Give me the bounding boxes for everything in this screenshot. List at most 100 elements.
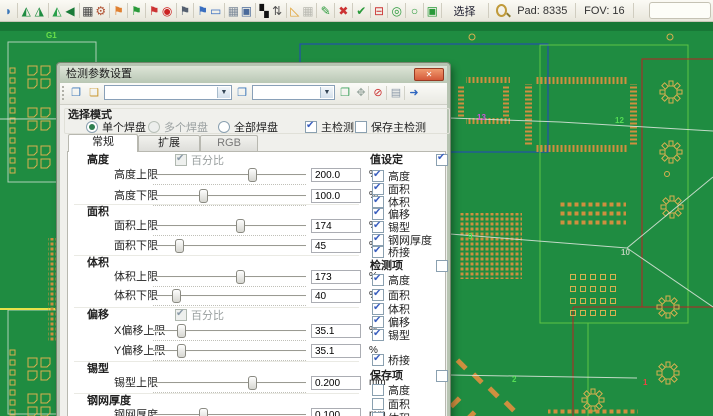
section-title-area: 面积 bbox=[87, 206, 109, 219]
slider-thumb[interactable] bbox=[199, 408, 208, 416]
circle-icon[interactable]: ○ bbox=[408, 2, 421, 20]
area-lower-input[interactable] bbox=[311, 239, 361, 253]
save-icon[interactable]: ▤ bbox=[388, 85, 404, 101]
slider-thumb[interactable] bbox=[236, 270, 245, 284]
slider-thumb[interactable] bbox=[175, 239, 184, 253]
pin-blue-icon[interactable]: ⚑ bbox=[196, 2, 209, 20]
height-upper-slider[interactable] bbox=[153, 168, 306, 183]
stencil-thickness-input[interactable] bbox=[311, 408, 361, 416]
slider-ticks bbox=[153, 305, 306, 306]
slider-thumb[interactable] bbox=[177, 324, 186, 338]
value-set-header-checkbox[interactable] bbox=[436, 154, 452, 167]
tiles-icon[interactable]: ▚ bbox=[258, 2, 271, 20]
search-icon[interactable] bbox=[496, 4, 507, 17]
area-lower-slider[interactable] bbox=[153, 239, 306, 254]
chevron-down-icon[interactable]: ▼ bbox=[217, 87, 230, 98]
slider-thumb[interactable] bbox=[172, 289, 181, 303]
solder-shape-upper-input[interactable] bbox=[311, 376, 361, 390]
template-combobox-1[interactable]: ▼ bbox=[104, 85, 232, 100]
nav-partial-icon[interactable]: ◗ bbox=[2, 2, 15, 20]
separator bbox=[176, 3, 177, 18]
apply-template-icon[interactable]: ❐ bbox=[234, 85, 250, 101]
slider-thumb[interactable] bbox=[248, 168, 257, 182]
tab-general[interactable]: 常规 bbox=[68, 134, 138, 152]
volume-lower-input[interactable] bbox=[311, 289, 361, 303]
section-separator bbox=[74, 361, 359, 362]
exit-icon[interactable]: ➜ bbox=[406, 85, 422, 101]
toolbar-inset-panel bbox=[649, 2, 711, 19]
horn-icon[interactable]: ◀ bbox=[64, 2, 77, 20]
load-params-icon[interactable]: ❐ bbox=[68, 85, 84, 101]
save-item-volume[interactable]: 体积 bbox=[372, 412, 410, 416]
volume-upper-slider[interactable] bbox=[153, 270, 306, 285]
save-main-detect-checkbox[interactable]: 保存主检测 bbox=[355, 121, 426, 134]
detect-item-bridge[interactable]: 桥接 bbox=[372, 354, 410, 367]
pin-dark-icon[interactable]: ⚑ bbox=[178, 2, 191, 20]
main-detect-checkbox[interactable]: 主检测 bbox=[305, 121, 354, 134]
detect-item-height[interactable]: 高度 bbox=[372, 274, 410, 287]
camera-icon[interactable]: ▣ bbox=[240, 2, 253, 20]
select-button[interactable]: 选择 bbox=[444, 3, 486, 19]
save-item-height[interactable]: 高度 bbox=[372, 384, 410, 397]
tools-icon[interactable]: ⚙ bbox=[94, 2, 107, 20]
chevron-down-icon[interactable]: ▼ bbox=[320, 87, 333, 98]
dialog-toolbar: ❐ ❏ ▼ ❐ ▼ ❐ ✥ ⊘ ▤ ➜ bbox=[60, 83, 447, 105]
area-upper-input[interactable] bbox=[311, 219, 361, 233]
pin-red-icon[interactable]: ⚑ bbox=[148, 2, 161, 20]
detect-items-header-checkbox[interactable] bbox=[436, 260, 452, 273]
stop-icon[interactable]: ⊟ bbox=[372, 2, 385, 20]
height-lower-input[interactable] bbox=[311, 189, 361, 203]
value-set-item-bridge[interactable]: 桥接 bbox=[372, 246, 410, 259]
pcb-label-10: 10 bbox=[621, 249, 630, 257]
checkbox-icon bbox=[436, 154, 448, 166]
tab-extended[interactable]: 扩展 bbox=[138, 135, 200, 151]
slider-thumb[interactable] bbox=[248, 376, 257, 390]
radio-single-pad[interactable]: 单个焊盘 bbox=[86, 121, 146, 134]
x-offset-upper-input[interactable] bbox=[311, 324, 361, 338]
save-item-area[interactable]: 面积 bbox=[372, 398, 410, 411]
close-button[interactable]: ✕ bbox=[414, 68, 444, 81]
grid-window-icon[interactable]: ▦ bbox=[227, 2, 240, 20]
angle-b-icon[interactable]: ◮ bbox=[33, 2, 46, 20]
row-label: 钢网厚度 bbox=[114, 408, 158, 416]
height-lower-slider[interactable] bbox=[153, 189, 306, 204]
template-combobox-2[interactable]: ▼ bbox=[252, 85, 335, 100]
prism-icon[interactable]: ◭ bbox=[51, 2, 64, 20]
height-upper-input[interactable] bbox=[311, 168, 361, 182]
ruler-icon[interactable]: ◺ bbox=[288, 2, 301, 20]
rect-select-icon[interactable]: ▭ bbox=[209, 2, 222, 20]
radio-all-pads[interactable]: 全部焊盘 bbox=[218, 121, 278, 134]
apply-template2-icon[interactable]: ❐ bbox=[337, 85, 353, 101]
circle-target-icon[interactable]: ◎ bbox=[390, 2, 403, 20]
edit-chart-icon[interactable]: ✎ bbox=[319, 2, 332, 20]
row-label: 高度上限 bbox=[114, 168, 158, 182]
volume-upper-input[interactable] bbox=[311, 270, 361, 284]
checkbox-icon bbox=[372, 274, 384, 286]
sort-icon[interactable]: ⇅ bbox=[271, 2, 284, 20]
separator bbox=[48, 3, 49, 18]
angle-a-icon[interactable]: ◭ bbox=[20, 2, 33, 20]
pin-green-icon[interactable]: ⚑ bbox=[130, 2, 143, 20]
area-upper-slider[interactable] bbox=[153, 219, 306, 234]
prohibit-icon[interactable]: ⊘ bbox=[370, 85, 386, 101]
save-items-header-checkbox[interactable] bbox=[436, 370, 452, 383]
dialog-titlebar[interactable]: 检测参数设置 ✕ bbox=[60, 66, 447, 84]
pin-orange-icon[interactable]: ⚑ bbox=[112, 2, 125, 20]
slider-thumb[interactable] bbox=[177, 344, 186, 358]
y-offset-upper-input[interactable] bbox=[311, 344, 361, 358]
y-offset-upper-slider[interactable] bbox=[153, 344, 306, 359]
marker-icon[interactable]: ◉ bbox=[161, 2, 174, 20]
square-icon[interactable]: ▣ bbox=[426, 2, 439, 20]
delete-icon[interactable]: ✖ bbox=[337, 2, 350, 20]
confirm-icon[interactable]: ✔ bbox=[355, 2, 368, 20]
image-icon[interactable]: ▦ bbox=[81, 2, 94, 20]
solder-shape-upper-slider[interactable] bbox=[153, 376, 306, 391]
x-offset-upper-slider[interactable] bbox=[153, 324, 306, 339]
stencil-thickness-slider[interactable] bbox=[153, 408, 306, 416]
slider-thumb[interactable] bbox=[236, 219, 245, 233]
save-params-icon[interactable]: ❏ bbox=[86, 85, 102, 101]
detect-item-solder-shape[interactable]: 锡型 bbox=[372, 329, 410, 342]
slider-thumb[interactable] bbox=[199, 189, 208, 203]
tab-rgb[interactable]: RGB bbox=[200, 135, 258, 151]
volume-lower-slider[interactable] bbox=[153, 289, 306, 304]
